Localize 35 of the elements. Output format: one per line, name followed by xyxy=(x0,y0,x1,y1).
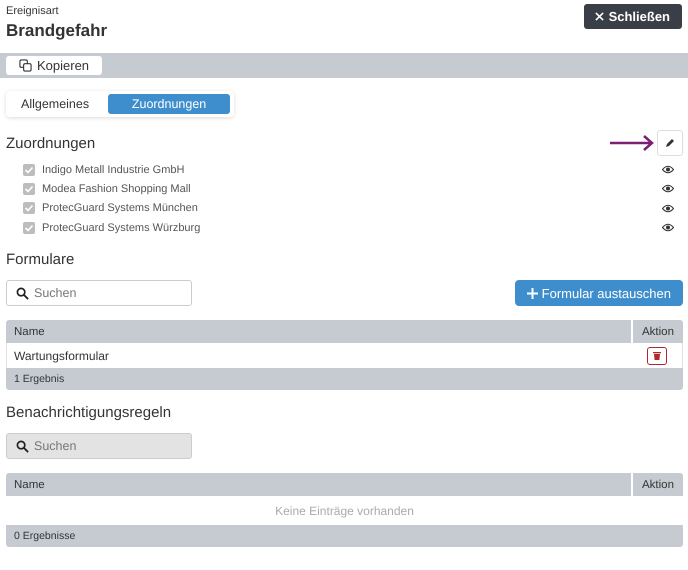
plus-icon xyxy=(526,288,538,299)
assignment-label: Modea Fashion Shopping Mall xyxy=(42,182,192,195)
close-button[interactable]: Schließen xyxy=(584,4,682,29)
search-field[interactable]: Suchen xyxy=(6,280,192,306)
page-subtitle: Ereignisart xyxy=(6,5,60,17)
result-count: 1 Ergebnis xyxy=(14,373,64,386)
empty-message: Keine Einträge vorhanden xyxy=(275,504,414,518)
delete-button[interactable] xyxy=(647,346,667,365)
trash-icon xyxy=(653,351,661,360)
result-count: 0 Ergebnisse xyxy=(14,530,76,542)
copy-button[interactable]: Kopieren xyxy=(6,56,102,75)
replace-form-button[interactable]: Formular austauschen xyxy=(514,280,683,306)
table-cell-text: Wartungsformular xyxy=(13,348,110,363)
assignment-label: ProtecGuard Systems Würzburg xyxy=(42,222,202,234)
section-heading: Formulare xyxy=(6,251,76,270)
eye-icon[interactable] xyxy=(662,204,674,213)
edit-button[interactable] xyxy=(657,130,683,156)
close-icon xyxy=(594,12,604,21)
eye-icon[interactable] xyxy=(662,165,674,174)
search-icon xyxy=(16,440,29,454)
section-heading: Benachrichtigungsregeln xyxy=(6,404,172,424)
arrow-icon xyxy=(609,135,655,151)
search-icon xyxy=(16,287,29,300)
assignment-label: ProtecGuard Systems München xyxy=(42,202,199,214)
column-header: Aktion xyxy=(641,478,675,491)
assignment-label: Indigo Metall Industrie GmbH xyxy=(42,164,186,176)
section-heading: Zuordnungen xyxy=(6,134,96,152)
page-title: Brandgefahr xyxy=(6,21,108,41)
tab[interactable]: Allgemeines xyxy=(10,94,100,114)
pencil-icon xyxy=(665,138,675,148)
eye-icon[interactable] xyxy=(662,223,674,232)
copy-icon xyxy=(19,59,32,72)
tab[interactable]: Zuordnungen xyxy=(108,94,230,114)
column-header: Aktion xyxy=(641,326,675,338)
eye-icon[interactable] xyxy=(662,184,674,194)
